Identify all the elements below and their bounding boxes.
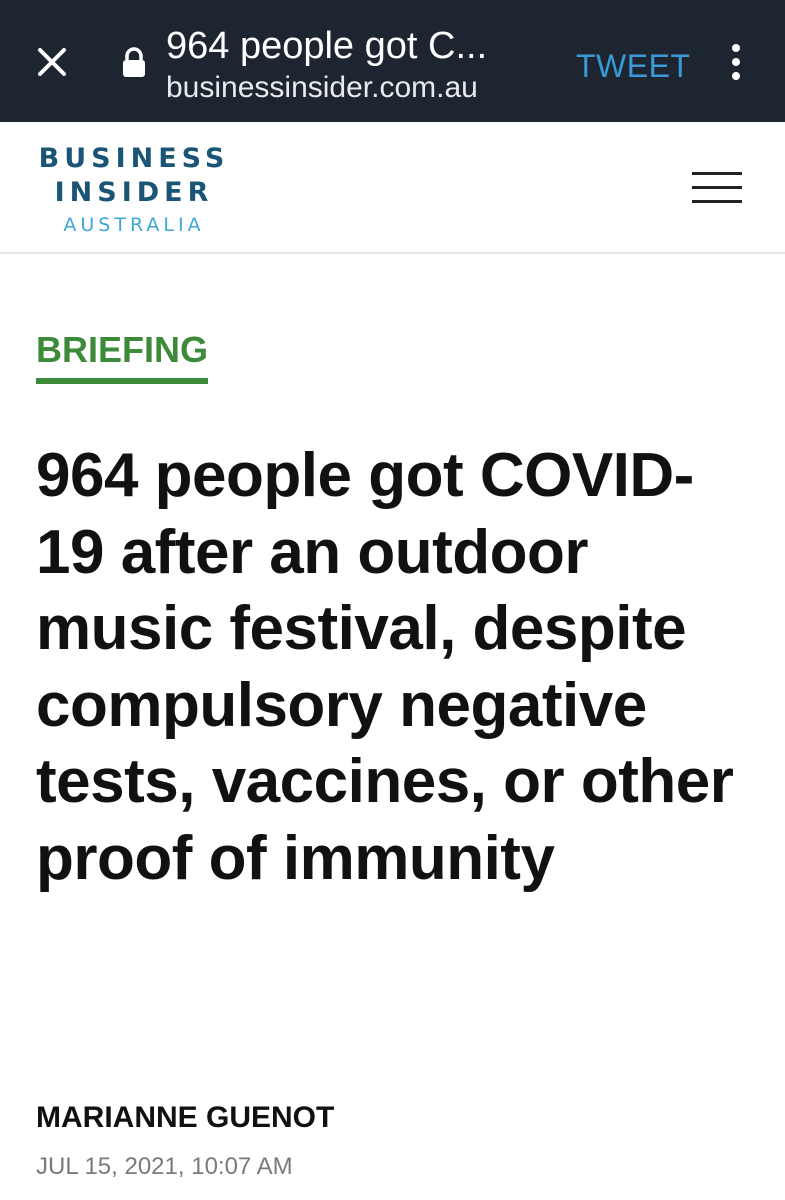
publish-date: JUL 15, 2021, 10:07 AM <box>36 1153 293 1180</box>
article-headline: 964 people got COVID-19 after an outdoor… <box>36 441 734 893</box>
close-icon[interactable] <box>28 38 76 86</box>
site-header: BUSINESS INSIDER AUSTRALIA <box>0 122 785 254</box>
logo-line-australia: AUSTRALIA <box>63 214 205 236</box>
logo-line-insider: INSIDER <box>54 177 214 208</box>
page-title: 964 people got C... <box>166 25 488 67</box>
section-tag[interactable]: BRIEFING <box>36 330 209 384</box>
hamburger-menu-icon[interactable] <box>692 172 742 204</box>
author-byline[interactable]: MARIANNE GUENOT <box>36 1100 334 1136</box>
logo-line-business: BUSINESS <box>38 143 230 174</box>
tweet-button[interactable]: TWEET <box>576 46 690 86</box>
browser-toolbar: 964 people got C... businessinsider.com.… <box>0 0 785 122</box>
more-vertical-icon[interactable] <box>724 42 748 82</box>
site-logo[interactable]: BUSINESS INSIDER AUSTRALIA <box>34 142 234 238</box>
lock-icon <box>120 46 148 80</box>
page-domain: businessinsider.com.au <box>166 71 478 104</box>
